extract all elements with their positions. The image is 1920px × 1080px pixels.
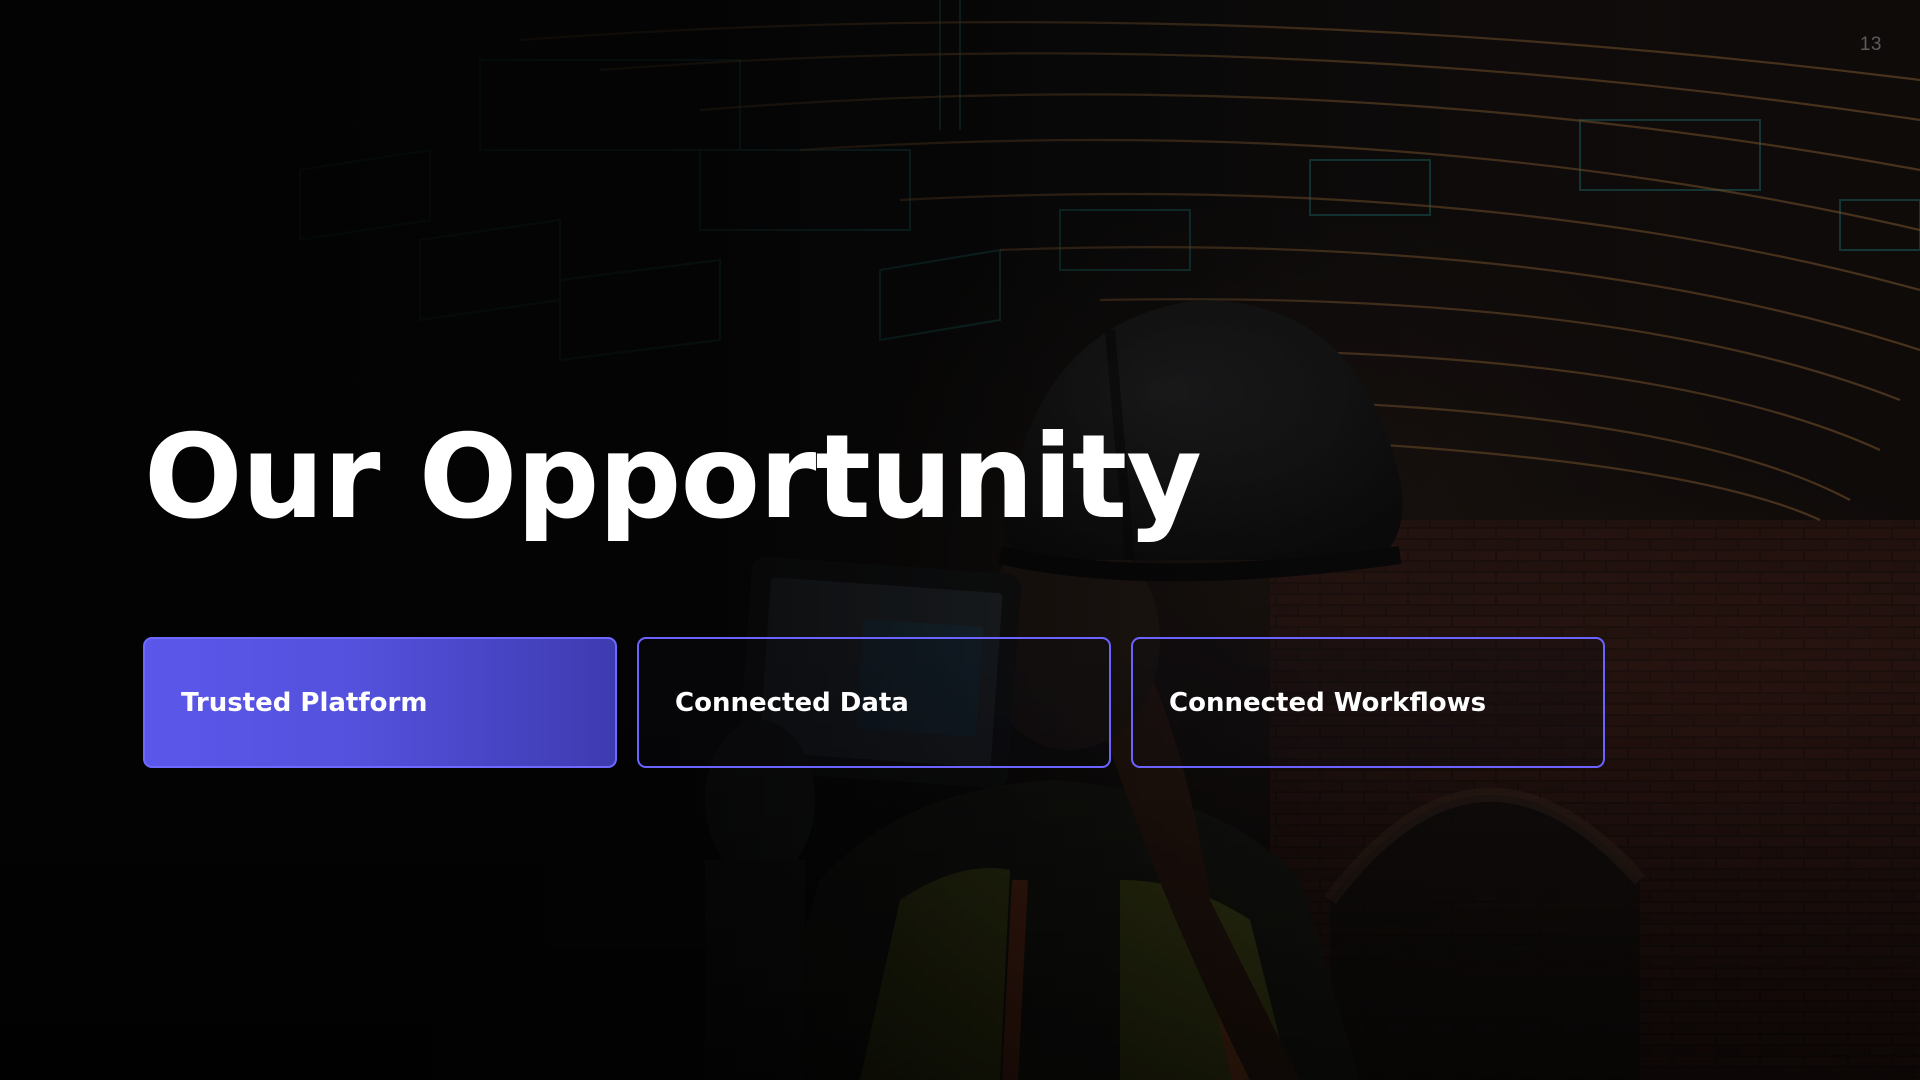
card-connected-data[interactable]: Connected Data (637, 637, 1111, 768)
card-label: Connected Data (675, 687, 909, 718)
slide: 13 Our Opportunity Trusted Platform Conn… (0, 0, 1920, 1080)
card-trusted-platform[interactable]: Trusted Platform (143, 637, 617, 768)
opportunity-cards: Trusted Platform Connected Data Connecte… (143, 637, 1605, 768)
page-title: Our Opportunity (144, 410, 1202, 545)
page-number: 13 (1859, 34, 1882, 55)
card-connected-workflows[interactable]: Connected Workflows (1131, 637, 1605, 768)
card-label: Connected Workflows (1169, 687, 1487, 718)
card-label: Trusted Platform (181, 687, 428, 718)
